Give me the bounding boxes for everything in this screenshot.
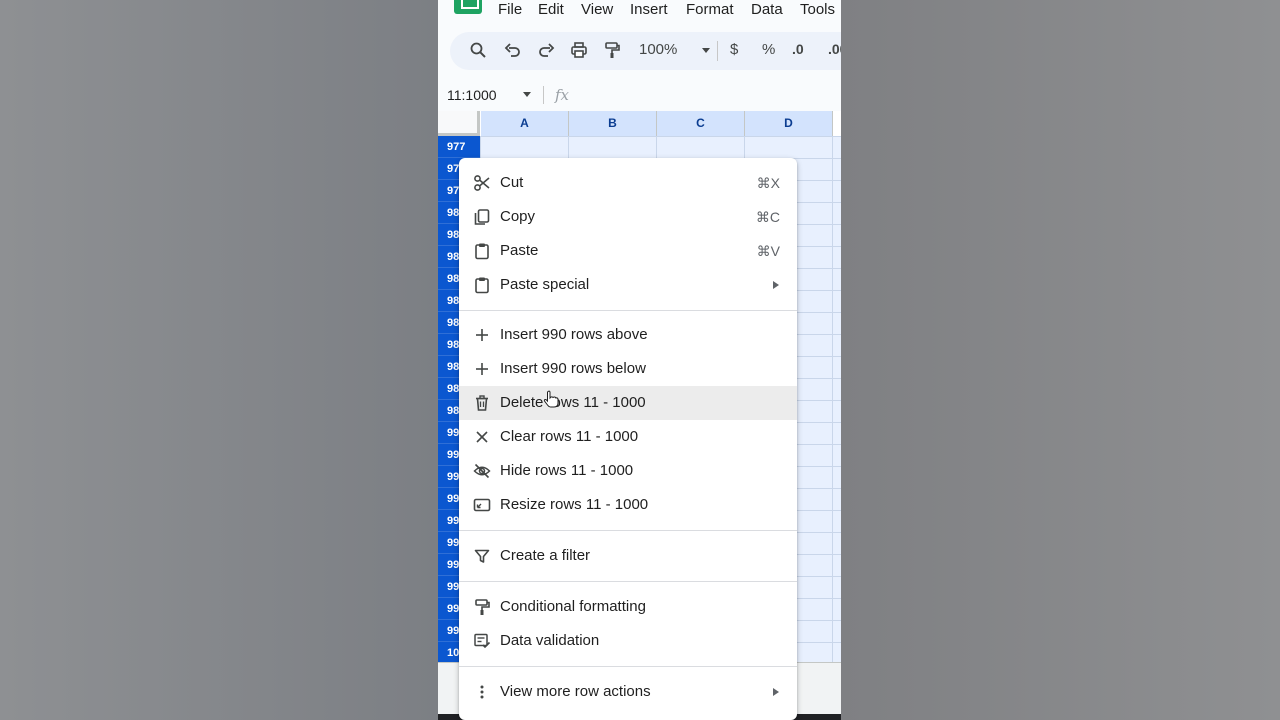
menu-file[interactable]: File [498, 1, 522, 18]
menu-item-label: Paste [500, 242, 539, 259]
menu-format[interactable]: Format [686, 1, 734, 18]
plus-icon [473, 326, 491, 344]
trash-icon [473, 394, 491, 412]
plus-icon [473, 360, 491, 378]
menu-item-insert-rows-above[interactable]: Insert 990 rows above [459, 318, 797, 352]
menu-bar: File Edit View Insert Format Data Tools [438, 0, 841, 22]
right-background [841, 0, 1280, 720]
name-box[interactable]: 11:1000 [447, 87, 497, 103]
menu-item-label: Cut [500, 174, 524, 191]
menu-item-more-row-actions[interactable]: View more row actions [459, 675, 797, 709]
filter-icon [473, 547, 491, 565]
column-header-c[interactable]: C [657, 111, 745, 136]
menu-item-clear-rows[interactable]: Clear rows 11 - 1000 [459, 420, 797, 454]
row-header[interactable]: 977 [438, 136, 480, 158]
menu-item-label: Hide rows 11 - 1000 [500, 462, 634, 479]
toolbar-divider [717, 41, 718, 61]
menu-item-label: Resize rows 11 - 1000 [500, 496, 649, 513]
paint-format-icon[interactable] [603, 41, 621, 59]
menu-item-label: Insert 990 rows below [500, 360, 646, 377]
menu-tools[interactable]: Tools [800, 1, 835, 18]
menu-item-label: Insert 990 rows above [500, 326, 648, 343]
print-icon[interactable] [570, 41, 588, 59]
menu-item-create-filter[interactable]: Create a filter [459, 539, 797, 573]
eye-off-icon [473, 462, 491, 480]
toolbar: 100% $ % .0 .00 [450, 32, 841, 70]
menu-item-data-validation[interactable]: Data validation [459, 624, 797, 658]
shortcut-label: ⌘X [756, 175, 780, 191]
clipboard-icon [473, 276, 491, 294]
shortcut-label: ⌘C [755, 209, 780, 225]
menu-item-paste[interactable]: Paste ⌘V [459, 234, 797, 268]
resize-icon [473, 496, 491, 514]
row-context-menu: Cut ⌘X Copy ⌘C Paste ⌘V Paste special In… [459, 158, 797, 720]
menu-item-delete-rows[interactable]: Delete rows 11 - 1000 [459, 386, 797, 420]
menu-view[interactable]: View [581, 1, 613, 18]
submenu-arrow-icon [773, 688, 779, 696]
hand-pointer-icon [543, 390, 559, 408]
menu-item-resize-rows[interactable]: Resize rows 11 - 1000 [459, 488, 797, 522]
menu-divider [459, 581, 797, 582]
menu-item-label: Clear rows 11 - 1000 [500, 428, 639, 445]
column-header-b[interactable]: B [569, 111, 657, 136]
clipboard-icon [473, 242, 491, 260]
zoom-dropdown-icon[interactable] [702, 48, 710, 53]
fx-icon: fx [555, 86, 570, 104]
scissors-icon [473, 174, 491, 192]
menu-item-paste-special[interactable]: Paste special [459, 268, 797, 302]
menu-divider [459, 310, 797, 311]
menu-item-label: Data validation [500, 632, 600, 649]
undo-icon[interactable] [504, 41, 522, 59]
menu-insert[interactable]: Insert [630, 1, 668, 18]
shortcut-label: ⌘V [756, 243, 780, 259]
menu-item-label: Conditional formatting [500, 598, 646, 615]
currency-format-button[interactable]: $ [730, 41, 738, 58]
search-icon[interactable] [469, 41, 487, 59]
menu-item-hide-rows[interactable]: Hide rows 11 - 1000 [459, 454, 797, 488]
data-validation-icon [473, 632, 491, 650]
paint-roller-icon [473, 598, 491, 616]
formula-divider [543, 86, 544, 104]
menu-item-label: Create a filter [500, 547, 591, 564]
menu-data[interactable]: Data [751, 1, 783, 18]
percent-format-button[interactable]: % [762, 41, 775, 58]
increase-decimal-button[interactable]: .00 [828, 41, 841, 57]
menu-item-cut[interactable]: Cut ⌘X [459, 166, 797, 200]
zoom-select[interactable]: 100% [639, 41, 677, 58]
formula-bar: 11:1000 fx [438, 80, 841, 110]
close-icon [473, 428, 491, 446]
menu-item-insert-rows-below[interactable]: Insert 990 rows below [459, 352, 797, 386]
menu-item-label: Delete rows 11 - 1000 [500, 394, 646, 411]
column-header-a[interactable]: A [481, 111, 569, 136]
menu-edit[interactable]: Edit [538, 1, 564, 18]
menu-divider [459, 666, 797, 667]
select-all-corner[interactable] [438, 111, 480, 136]
redo-icon[interactable] [537, 41, 555, 59]
decrease-decimal-button[interactable]: .0 [792, 41, 804, 57]
menu-item-label: View more row actions [500, 683, 651, 700]
more-vert-icon [473, 683, 491, 701]
menu-item-conditional-formatting[interactable]: Conditional formatting [459, 590, 797, 624]
column-header-d[interactable]: D [745, 111, 833, 136]
menu-item-label: Paste special [500, 276, 590, 293]
submenu-arrow-icon [773, 281, 779, 289]
menu-item-label: Copy [500, 208, 536, 225]
menu-item-copy[interactable]: Copy ⌘C [459, 200, 797, 234]
sheets-logo-icon[interactable] [454, 0, 482, 14]
left-background [0, 0, 438, 720]
copy-icon [473, 208, 491, 226]
name-box-dropdown-icon[interactable] [523, 92, 531, 97]
menu-divider [459, 530, 797, 531]
